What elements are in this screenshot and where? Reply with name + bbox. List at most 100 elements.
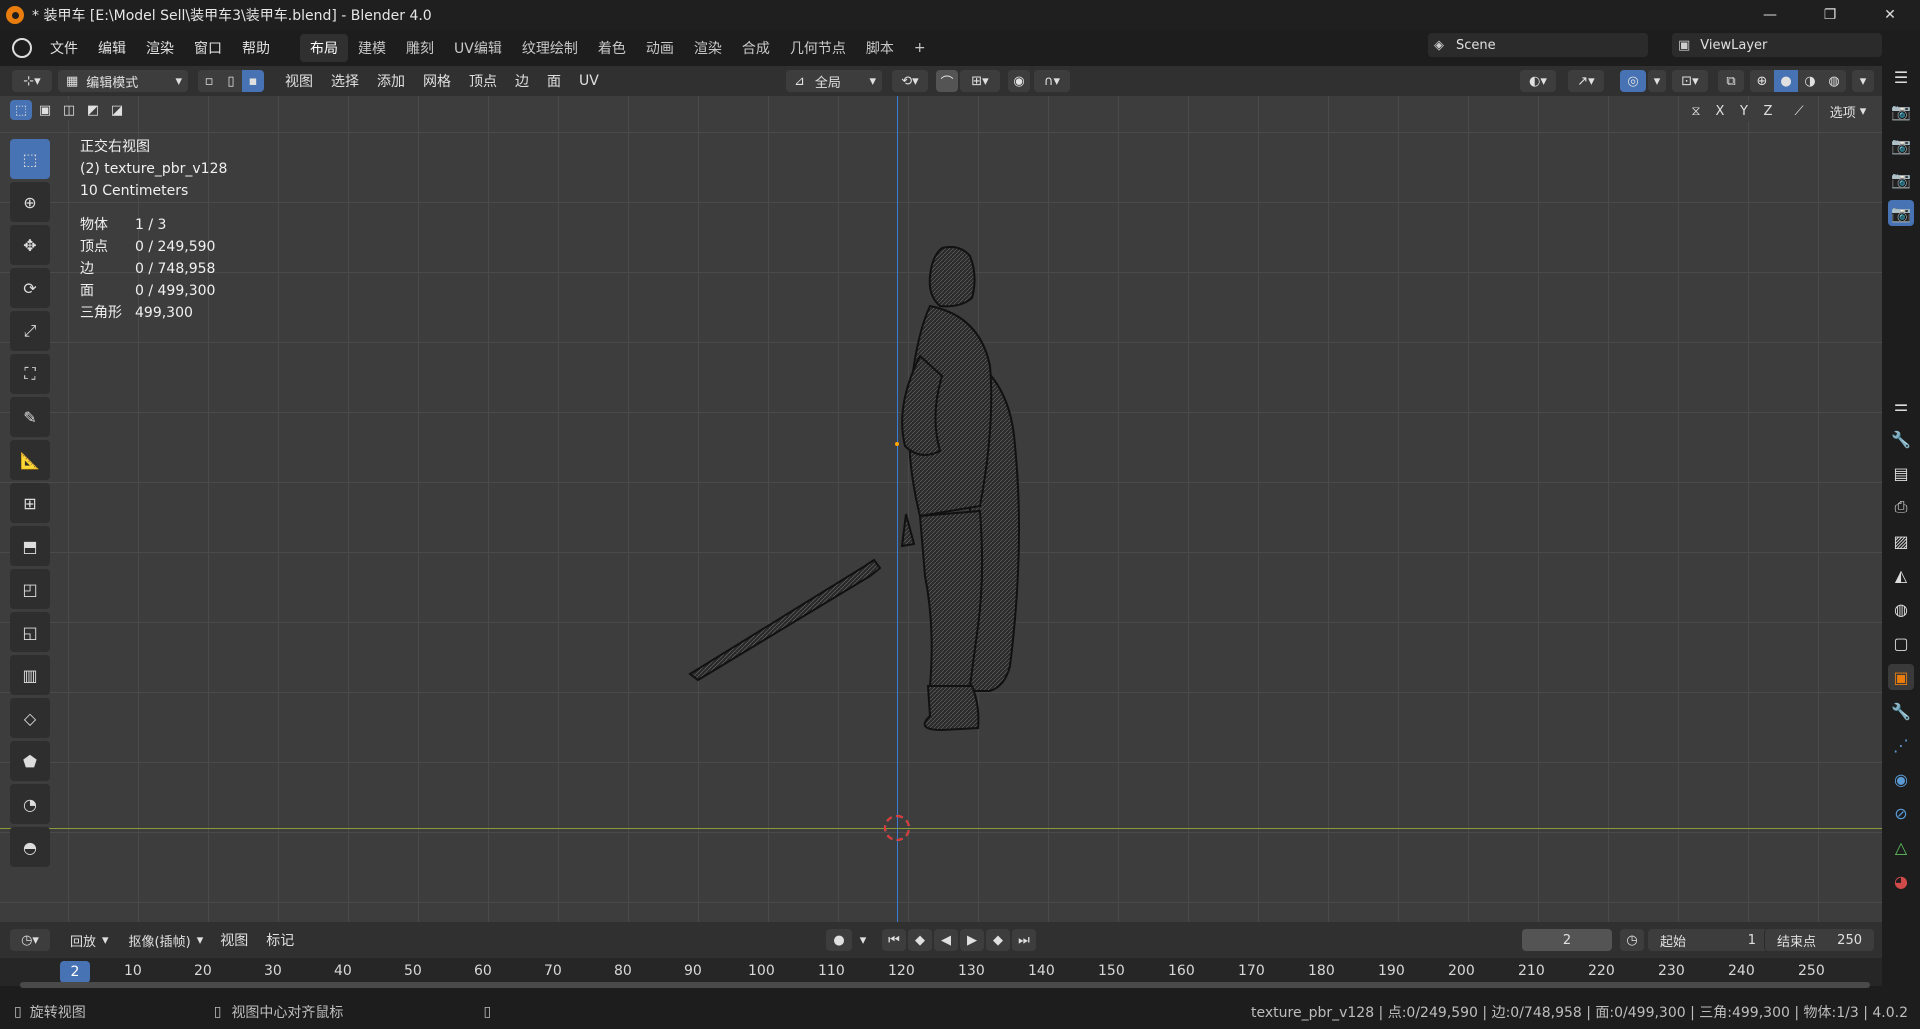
wireframe-shading-icon[interactable]: ⊕ [1750, 70, 1774, 92]
modifier-props-icon[interactable]: 🔧 [1888, 698, 1914, 724]
menu-help[interactable]: 帮助 [232, 38, 280, 58]
menu-file[interactable]: 文件 [40, 38, 88, 58]
physics-props-icon[interactable]: ◉ [1888, 766, 1914, 792]
transform-orientation-selector[interactable]: ⊿ 全局 ▾ [786, 70, 882, 92]
poly-build-tool-icon[interactable]: ⬟ [10, 741, 50, 781]
viewlayer-selector[interactable]: ▣ ViewLayer [1672, 33, 1882, 57]
snap-toggle-icon[interactable]: ⌒ [936, 70, 958, 92]
gizmo-button[interactable]: ↗▾ [1568, 70, 1604, 92]
tab-shading[interactable]: 着色 [588, 34, 636, 62]
proportional-edit-icon[interactable]: ◉ [1008, 70, 1030, 92]
menu-edge[interactable]: 边 [506, 71, 538, 91]
play-icon[interactable]: ▶ [960, 929, 984, 951]
tool-props-icon[interactable]: 🔧 [1888, 426, 1914, 452]
loop-cut-tool-icon[interactable]: ▥ [10, 655, 50, 695]
mode-selector[interactable]: ▦ 编辑模式 ▾ [58, 70, 188, 92]
next-keyframe-icon[interactable]: ◆ [986, 929, 1010, 951]
edge-select-button[interactable]: ▯ [220, 70, 242, 92]
keying-menu[interactable]: 抠像(插帧) ▾ [121, 929, 212, 951]
constraints-props-icon[interactable]: ⊘ [1888, 800, 1914, 826]
cursor-tool-icon[interactable]: ⊕ [10, 182, 50, 222]
record-button[interactable]: ● [826, 929, 852, 951]
falloff-button[interactable]: ∩▾ [1034, 70, 1070, 92]
data-props-icon[interactable]: △ [1888, 834, 1914, 860]
menu-uv[interactable]: UV [570, 73, 608, 89]
view-layer-props-icon[interactable]: ▨ [1888, 528, 1914, 554]
menu-select[interactable]: 选择 [322, 71, 368, 91]
tab-sculpting[interactable]: 雕刻 [396, 34, 444, 62]
close-button[interactable]: ✕ [1860, 0, 1920, 30]
blender-menu-icon[interactable] [12, 38, 32, 58]
camera-icon[interactable]: 📷 [1888, 166, 1914, 192]
add-cube-tool-icon[interactable]: ⊞ [10, 483, 50, 523]
editor-type-button[interactable]: ⊹▾ [12, 70, 52, 92]
prev-keyframe-icon[interactable]: ◆ [908, 929, 932, 951]
select-new-icon[interactable]: ⬚ [10, 100, 32, 120]
preview-range-icon[interactable]: ◷ [1620, 929, 1644, 951]
start-frame-field[interactable]: 起始 1 [1648, 929, 1768, 951]
tab-uv-editing[interactable]: UV编辑 [444, 34, 512, 62]
output-props-icon[interactable]: ⎙ [1888, 494, 1914, 520]
outliner-toggle-icon[interactable]: ☰ [1888, 64, 1914, 90]
record-dropdown[interactable]: ▾ [856, 929, 870, 951]
autosmooth-icon[interactable]: ⟋ [1788, 101, 1810, 121]
shading-options-dropdown[interactable]: ▾ [1852, 70, 1874, 92]
world-props-icon[interactable]: ◍ [1888, 596, 1914, 622]
material-props-icon[interactable]: ◕ [1888, 868, 1914, 894]
axis-z-toggle[interactable]: Z [1758, 101, 1778, 121]
end-frame-field[interactable]: 结束点 250 [1764, 929, 1874, 951]
playhead[interactable]: 2 [60, 961, 90, 983]
play-reverse-icon[interactable]: ◀ [934, 929, 958, 951]
tab-layout[interactable]: 布局 [300, 34, 348, 62]
scene-selector[interactable]: ◈ Scene [1428, 33, 1648, 57]
object-props-icon[interactable]: ▣ [1888, 664, 1914, 690]
mesh-overlay-button[interactable]: ⊡▾ [1672, 70, 1708, 92]
select-subtract-icon[interactable]: ◫ [58, 100, 80, 120]
playback-menu[interactable]: 回放 ▾ [62, 929, 117, 951]
tab-scripting[interactable]: 脚本 [856, 34, 904, 62]
particles-props-icon[interactable]: ⋰ [1888, 732, 1914, 758]
menu-view[interactable]: 视图 [276, 71, 322, 91]
render-props-icon[interactable]: ▤ [1888, 460, 1914, 486]
3d-viewport[interactable]: ⬚ ▣ ◫ ◩ ◪ ⧖ X Y Z ⟋ 选项 ▾ [0, 96, 1882, 922]
timeline-view-menu[interactable]: 视图 [211, 930, 257, 950]
select-invert-icon[interactable]: ◩ [82, 100, 104, 120]
menu-add[interactable]: 添加 [368, 71, 414, 91]
menu-mesh[interactable]: 网格 [414, 71, 460, 91]
tab-texture-paint[interactable]: 纹理绘制 [512, 34, 588, 62]
3d-cursor-icon[interactable] [884, 815, 910, 841]
annotate-tool-icon[interactable]: ✎ [10, 397, 50, 437]
tab-modeling[interactable]: 建模 [348, 34, 396, 62]
select-extend-icon[interactable]: ▣ [34, 100, 56, 120]
camera-icon[interactable]: 📷 [1888, 98, 1914, 124]
tab-rendering[interactable]: 渲染 [684, 34, 732, 62]
mirror-icon[interactable]: ⧖ [1686, 101, 1706, 121]
scale-tool-icon[interactable]: ⤢ [10, 311, 50, 351]
timeline-editor-type[interactable]: ◷▾ [10, 929, 50, 951]
minimize-button[interactable]: — [1740, 0, 1800, 30]
knife-tool-icon[interactable]: ◇ [10, 698, 50, 738]
vertex-select-button[interactable]: ▫ [198, 70, 220, 92]
select-intersect-icon[interactable]: ◪ [106, 100, 128, 120]
jump-end-icon[interactable]: ⏭ [1012, 929, 1036, 951]
measure-tool-icon[interactable]: 📐 [10, 440, 50, 480]
xray-toggle-icon[interactable]: ⧉ [1718, 70, 1744, 92]
solid-shading-icon[interactable]: ● [1774, 70, 1798, 92]
collection-props-icon[interactable]: ▢ [1888, 630, 1914, 656]
menu-render[interactable]: 渲染 [136, 38, 184, 58]
move-tool-icon[interactable]: ✥ [10, 225, 50, 265]
pivot-point-button[interactable]: ⟲▾ [892, 70, 928, 92]
face-select-button[interactable]: ▪ [242, 70, 264, 92]
add-workspace-button[interactable]: + [904, 36, 936, 60]
axis-y-toggle[interactable]: Y [1734, 101, 1754, 121]
rotate-tool-icon[interactable]: ⟳ [10, 268, 50, 308]
extrude-tool-icon[interactable]: ⬒ [10, 526, 50, 566]
bevel-tool-icon[interactable]: ◱ [10, 612, 50, 652]
inset-tool-icon[interactable]: ◰ [10, 569, 50, 609]
snap-target-button[interactable]: ⊞▾ [960, 70, 1000, 92]
properties-toggle-icon[interactable]: ⚌ [1888, 392, 1914, 418]
camera-active-icon[interactable]: 📷 [1888, 200, 1914, 226]
tab-compositing[interactable]: 合成 [732, 34, 780, 62]
tab-animation[interactable]: 动画 [636, 34, 684, 62]
jump-start-icon[interactable]: ⏮ [882, 929, 906, 951]
